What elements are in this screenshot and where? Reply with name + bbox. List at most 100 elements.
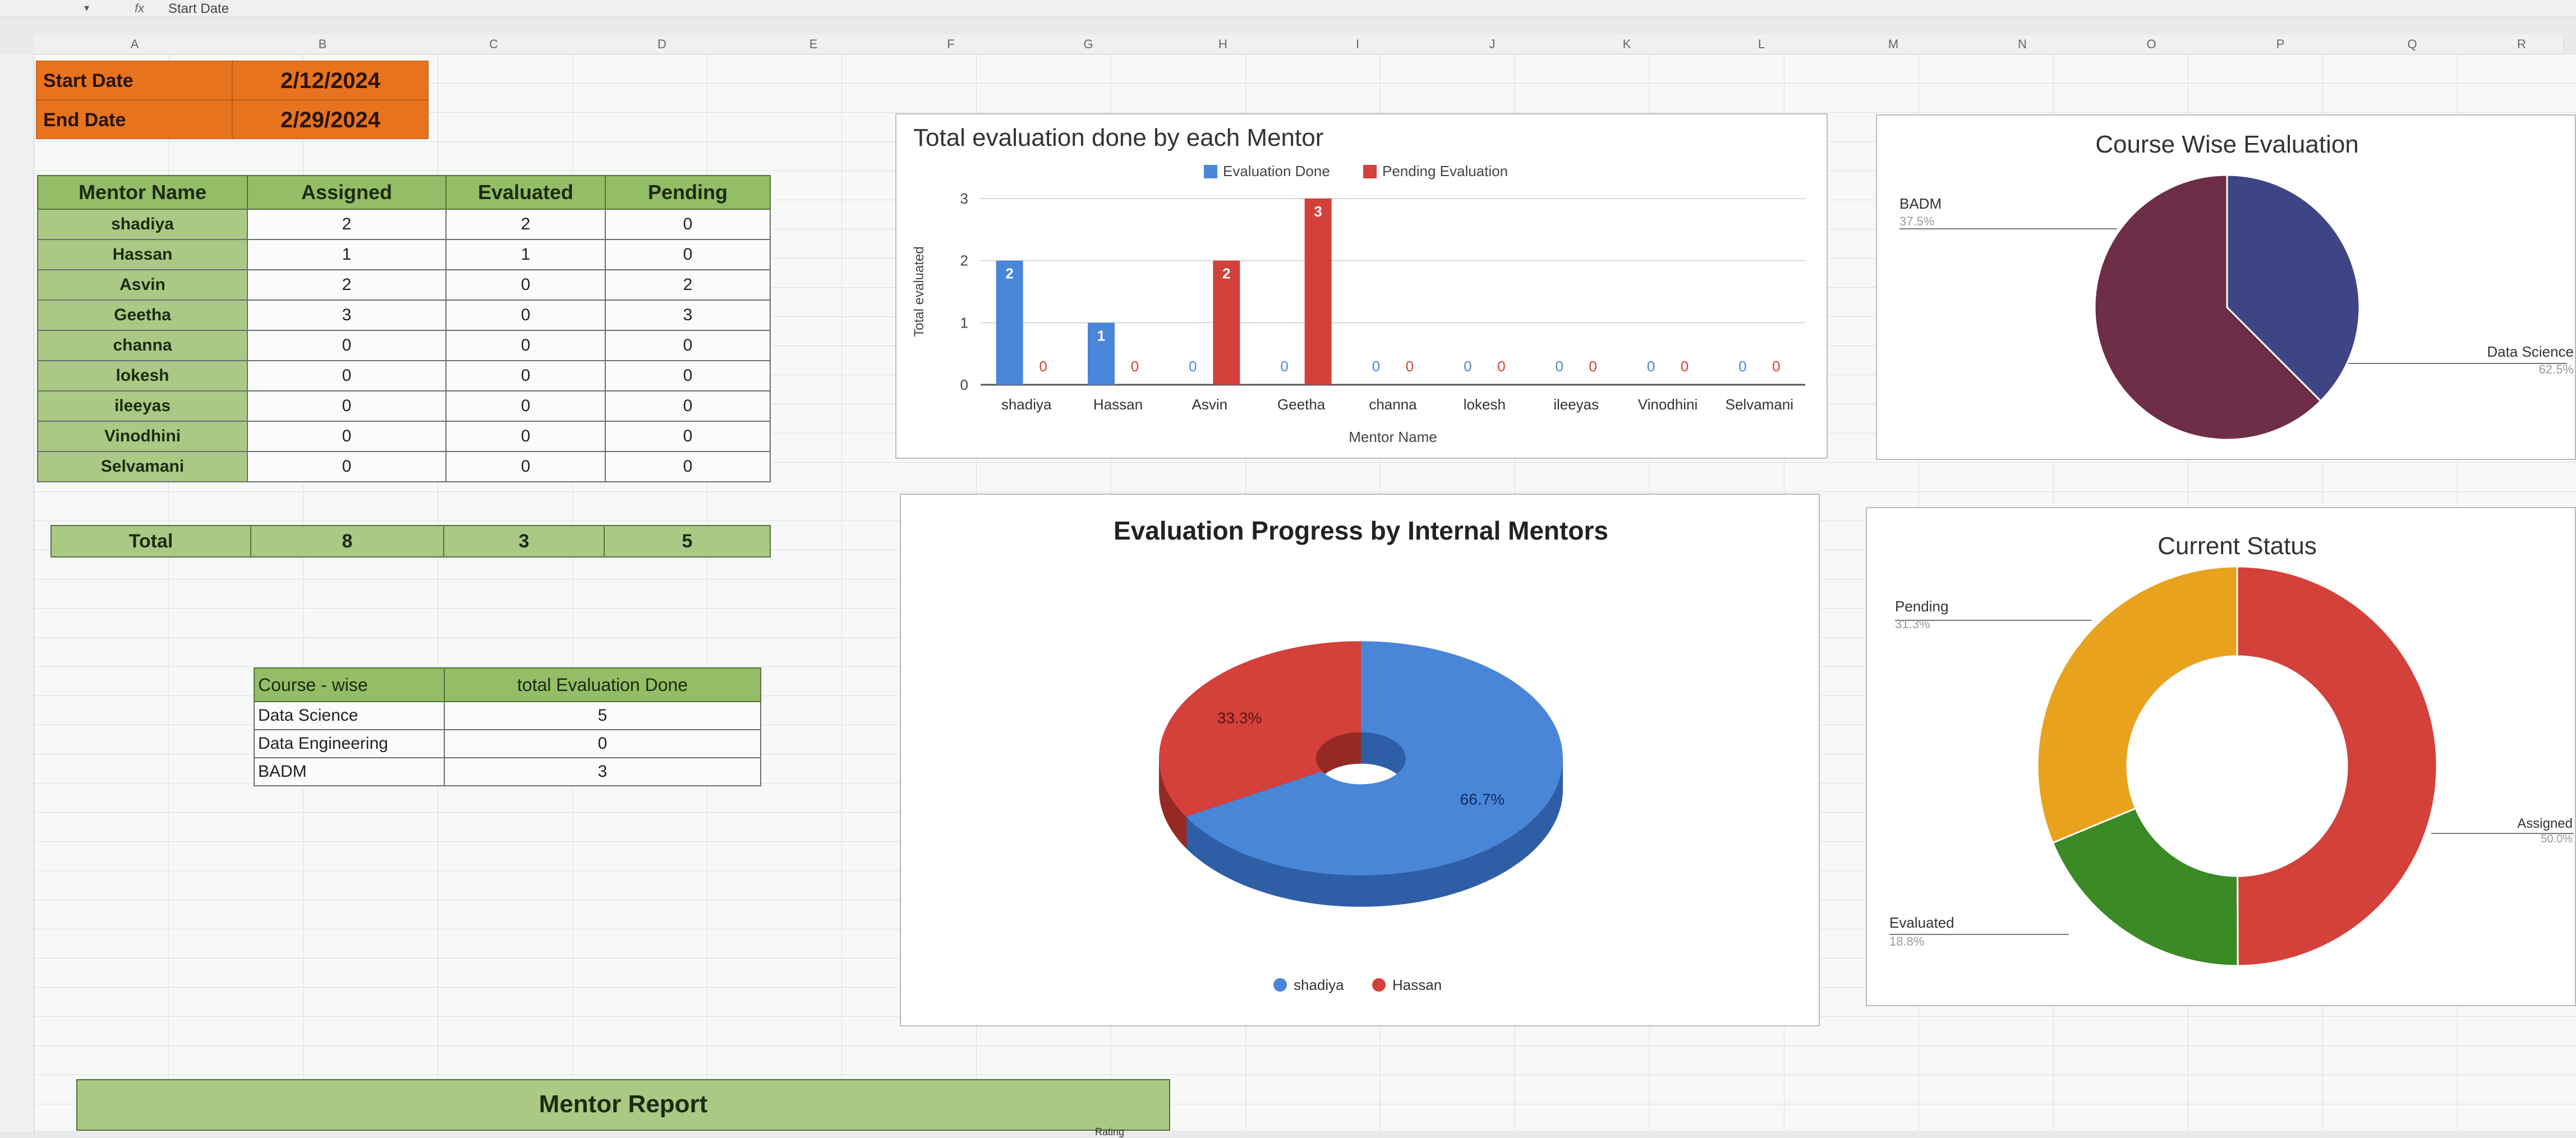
row-header[interactable] bbox=[0, 608, 34, 638]
header-evaluated[interactable]: Evaluated bbox=[445, 175, 606, 210]
column-header-h[interactable]: H bbox=[1156, 35, 1291, 54]
status-donut-panel[interactable]: Current Status Assigned 50.0% Evaluated 18.8… bbox=[1866, 507, 2576, 1006]
pending-cell[interactable]: 0 bbox=[605, 330, 771, 361]
total-pending[interactable]: 5 bbox=[604, 525, 771, 558]
mentor-name-cell[interactable]: Geetha bbox=[37, 300, 248, 331]
row-header[interactable] bbox=[0, 83, 34, 113]
course-value-cell[interactable]: 5 bbox=[444, 701, 761, 730]
header-course-wise[interactable]: Course - wise bbox=[254, 667, 445, 702]
evaluated-cell[interactable]: 0 bbox=[445, 300, 606, 331]
evaluated-cell[interactable]: 0 bbox=[445, 330, 606, 361]
row-header[interactable] bbox=[0, 958, 34, 988]
mentor-name-cell[interactable]: channa bbox=[37, 330, 248, 361]
evaluated-cell[interactable]: 1 bbox=[445, 239, 606, 270]
pending-cell[interactable]: 0 bbox=[605, 421, 771, 452]
assigned-cell[interactable]: 0 bbox=[247, 330, 447, 361]
column-header-c[interactable]: C bbox=[410, 35, 578, 54]
row-header[interactable] bbox=[0, 171, 34, 200]
evaluated-cell[interactable]: 0 bbox=[445, 269, 606, 301]
column-header-o[interactable]: O bbox=[2087, 35, 2216, 54]
mentor-name-cell[interactable]: Vinodhini bbox=[37, 421, 248, 452]
evaluated-cell[interactable]: 0 bbox=[445, 360, 606, 391]
row-header[interactable] bbox=[0, 462, 34, 492]
column-header-d[interactable]: D bbox=[578, 35, 747, 54]
column-header-f[interactable]: F bbox=[881, 35, 1022, 54]
row-header[interactable] bbox=[0, 870, 34, 900]
start-date-value[interactable]: 2/12/2024 bbox=[232, 61, 429, 100]
row-header[interactable] bbox=[0, 141, 34, 171]
row-header[interactable] bbox=[0, 1075, 34, 1104]
row-header[interactable] bbox=[0, 433, 34, 463]
column-header-k[interactable]: K bbox=[1560, 35, 1695, 54]
column-header-n[interactable]: N bbox=[1958, 35, 2087, 54]
row-header[interactable] bbox=[0, 200, 34, 229]
row-header[interactable] bbox=[0, 900, 34, 929]
start-date-label[interactable]: Start Date bbox=[36, 61, 232, 100]
header-assigned[interactable]: Assigned bbox=[247, 175, 447, 210]
mentor-name-cell[interactable]: ileeyas bbox=[37, 390, 248, 422]
column-header-b[interactable]: B bbox=[236, 35, 410, 54]
course-name-cell[interactable]: Data Science bbox=[254, 701, 445, 730]
column-header-g[interactable]: G bbox=[1021, 35, 1156, 54]
mentor-name-cell[interactable]: Selvamani bbox=[37, 451, 248, 482]
assigned-cell[interactable]: 0 bbox=[247, 360, 447, 391]
column-header-e[interactable]: E bbox=[746, 35, 881, 54]
row-header[interactable] bbox=[0, 987, 34, 1017]
row-header[interactable] bbox=[0, 666, 34, 696]
row-header[interactable] bbox=[0, 520, 34, 550]
assigned-cell[interactable]: 1 bbox=[247, 239, 447, 270]
end-date-value[interactable]: 2/29/2024 bbox=[232, 100, 429, 139]
column-header-l[interactable]: L bbox=[1694, 35, 1829, 54]
evaluated-cell[interactable]: 0 bbox=[445, 421, 606, 452]
column-header-a[interactable]: A bbox=[34, 35, 236, 54]
column-header-q[interactable]: Q bbox=[2345, 35, 2480, 54]
assigned-cell[interactable]: 0 bbox=[247, 421, 447, 452]
evaluated-cell[interactable]: 0 bbox=[445, 451, 606, 482]
row-header[interactable] bbox=[0, 754, 34, 784]
column-header-p[interactable]: P bbox=[2216, 35, 2345, 54]
assigned-cell[interactable]: 2 bbox=[247, 209, 447, 240]
row-header[interactable] bbox=[0, 345, 34, 375]
row-header[interactable] bbox=[0, 491, 34, 521]
assigned-cell[interactable]: 0 bbox=[247, 390, 447, 422]
assigned-cell[interactable]: 2 bbox=[247, 269, 447, 301]
pending-cell[interactable]: 3 bbox=[605, 300, 771, 331]
row-header[interactable] bbox=[0, 783, 34, 813]
row-header[interactable] bbox=[0, 812, 34, 842]
end-date-label[interactable]: End Date bbox=[36, 100, 232, 139]
course-name-cell[interactable]: BADM bbox=[254, 757, 445, 786]
column-header-r[interactable]: R bbox=[2480, 35, 2564, 54]
pending-cell[interactable]: 0 bbox=[605, 390, 771, 422]
formula-content[interactable]: Start Date bbox=[168, 1, 229, 17]
header-pending[interactable]: Pending bbox=[605, 175, 771, 210]
row-header[interactable] bbox=[0, 229, 34, 259]
row-header[interactable] bbox=[0, 695, 34, 725]
row-header[interactable] bbox=[0, 316, 34, 346]
row-header[interactable] bbox=[0, 258, 34, 288]
evaluated-cell[interactable]: 2 bbox=[445, 209, 606, 240]
row-header[interactable] bbox=[0, 1016, 34, 1046]
row-header[interactable] bbox=[0, 375, 34, 404]
progress-donut-panel[interactable]: Evaluation Progress by Internal Mentors 6… bbox=[900, 494, 1820, 1026]
column-header-j[interactable]: J bbox=[1425, 35, 1560, 54]
assigned-cell[interactable]: 3 bbox=[247, 300, 447, 331]
row-header[interactable] bbox=[0, 841, 34, 871]
total-evaluated[interactable]: 3 bbox=[443, 525, 605, 558]
header-total-evaluation[interactable]: total Evaluation Done bbox=[444, 667, 761, 702]
row-header[interactable] bbox=[0, 725, 34, 754]
total-assigned[interactable]: 8 bbox=[250, 525, 444, 558]
column-header-i[interactable]: I bbox=[1290, 35, 1425, 54]
pending-cell[interactable]: 0 bbox=[605, 451, 771, 482]
row-header[interactable] bbox=[0, 1104, 34, 1134]
row-header[interactable] bbox=[0, 404, 34, 434]
caret-down-icon[interactable]: ▾ bbox=[84, 2, 89, 14]
column-header-m[interactable]: M bbox=[1829, 35, 1958, 54]
pending-cell[interactable]: 0 bbox=[605, 360, 771, 391]
mentor-name-cell[interactable]: Hassan bbox=[37, 239, 248, 270]
course-value-cell[interactable]: 3 bbox=[444, 757, 761, 786]
assigned-cell[interactable]: 0 bbox=[247, 451, 447, 482]
bar-chart-panel[interactable]: Total evaluation done by each Mentor Eval… bbox=[895, 113, 1828, 459]
total-label[interactable]: Total bbox=[50, 525, 251, 558]
mentor-name-cell[interactable]: shadiya bbox=[37, 209, 248, 240]
evaluated-cell[interactable]: 0 bbox=[445, 390, 606, 422]
